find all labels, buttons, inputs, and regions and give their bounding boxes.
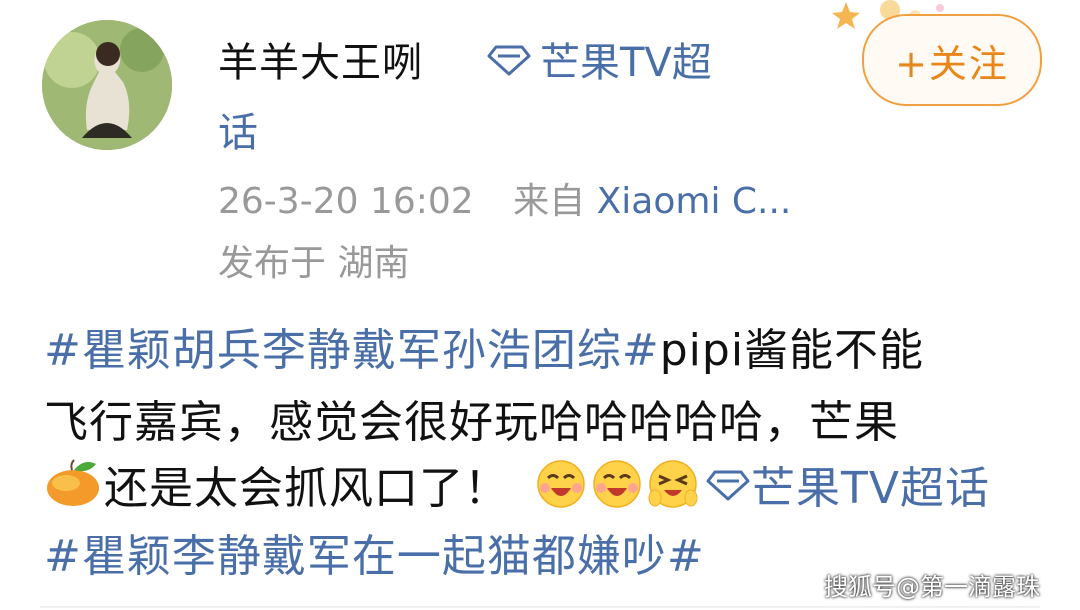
post-line-2: 飞行嘉宾，感觉会很好玩哈哈哈哈哈，芒果	[44, 397, 899, 448]
hashtag-link[interactable]: #瞿颖李静戴军在一起猫都嫌吵#	[44, 531, 705, 582]
hashtag-link[interactable]: #瞿颖胡兵李静戴军孙浩团综#	[44, 325, 660, 376]
post-text: pipi酱能不能	[659, 325, 925, 376]
mango-emoji-icon	[47, 459, 99, 506]
supertopic-label: 芒果TV超	[540, 40, 712, 86]
post-location: 发布于 湖南	[218, 243, 410, 284]
post-meta: 26-3-20 16:02 来自 Xiaomi C...	[218, 172, 791, 224]
username[interactable]: 羊羊大王咧	[218, 30, 423, 88]
laughing-emoji-icon	[537, 460, 585, 508]
supertopic-link[interactable]: 芒果TV超话	[751, 452, 990, 516]
diamond-icon	[487, 45, 531, 76]
giggle-emoji-icon	[648, 460, 698, 508]
supertopic-link[interactable]: 芒果TV超	[486, 30, 712, 88]
laughing-emoji-icon	[593, 460, 641, 508]
divider	[40, 606, 1040, 608]
avatar[interactable]	[42, 20, 172, 150]
post-line-3: 还是太会抓风口了！ 芒果TV超话	[44, 452, 990, 516]
post-time: 26-3-20 16:02	[218, 181, 474, 222]
watermark: 搜狐号@第一滴露珠	[824, 573, 1040, 601]
follow-button[interactable]: +关注	[862, 14, 1042, 106]
post-line-1: #瞿颖胡兵李静戴军孙浩团综#pipi酱能不能	[44, 314, 924, 378]
supertopic-label-continued[interactable]: 话	[218, 100, 258, 158]
device-link[interactable]: Xiaomi C...	[597, 181, 792, 222]
from-label: 来自	[513, 181, 586, 222]
post-text: 还是太会抓风口了！	[104, 463, 509, 514]
diamond-icon	[706, 470, 750, 501]
post-line-4: #瞿颖李静戴军在一起猫都嫌吵#	[44, 520, 705, 584]
